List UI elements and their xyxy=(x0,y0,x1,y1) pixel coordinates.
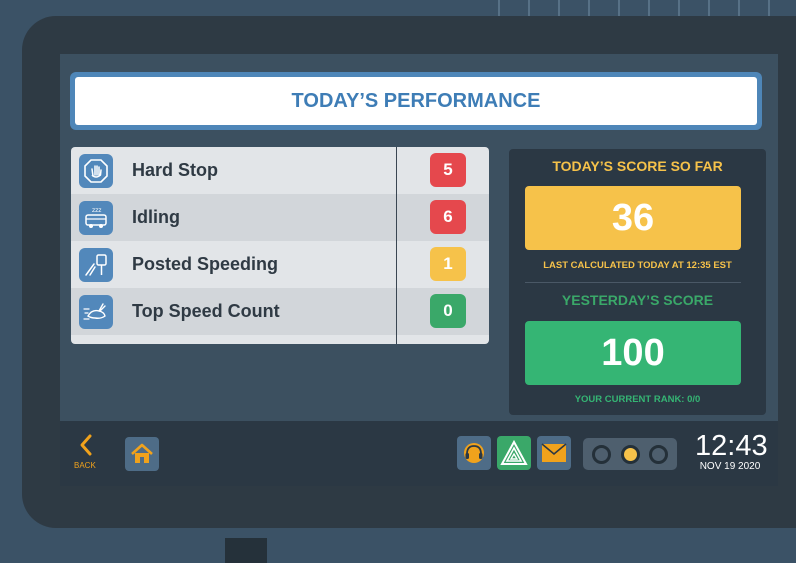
footer-bar: BACK 12:43 NOV 19 2020 xyxy=(60,421,778,486)
yesterday-score-heading: YESTERDAY’S SCORE xyxy=(561,292,714,308)
clock-date: NOV 19 2020 xyxy=(699,461,761,472)
score-divider xyxy=(525,282,741,283)
page-title: TODAY’S PERFORMANCE xyxy=(291,89,541,112)
idling-count-badge: 6 xyxy=(430,200,466,234)
svg-text:zzz: zzz xyxy=(92,207,101,214)
metric-label: Posted Speeding xyxy=(132,254,279,274)
clock-time: 12:43 xyxy=(695,430,768,462)
home-button[interactable] xyxy=(125,437,159,471)
messages-button[interactable] xyxy=(537,436,571,470)
headset-icon xyxy=(464,443,484,463)
last-calculated-text: LAST CALCULATED TODAY AT 12:35 EST xyxy=(543,260,732,271)
speed-sign-icon xyxy=(79,247,113,282)
metric-label: Top Speed Count xyxy=(132,301,280,321)
score-panel: TODAY’S SCORE SO FAR 36 LAST CALCULATED … xyxy=(509,149,766,415)
metrics-panel: Hard Stop zzz Idling Posted Speeding Top… xyxy=(71,147,489,344)
today-score-value: 36 xyxy=(525,186,741,250)
device-stand xyxy=(225,538,267,563)
metric-row-idling[interactable]: zzz Idling xyxy=(71,194,489,241)
header-banner: TODAY’S PERFORMANCE xyxy=(70,72,762,130)
metric-row-posted-speeding[interactable]: Posted Speeding xyxy=(71,241,489,288)
chevron-left-icon xyxy=(80,434,92,456)
support-button[interactable] xyxy=(457,436,491,470)
back-label: BACK xyxy=(74,461,96,470)
hand-stop-icon xyxy=(79,153,113,188)
screen: TODAY’S PERFORMANCE Hard Stop zzz Idling… xyxy=(60,54,778,486)
metric-label: Idling xyxy=(132,207,180,227)
status-light-yellow xyxy=(620,444,640,464)
speeding-rabbit-icon xyxy=(79,294,113,329)
yesterday-score-value: 100 xyxy=(525,321,741,385)
posted-speeding-count-badge: 1 xyxy=(430,247,466,281)
hazard-triangle-icon xyxy=(500,439,528,465)
idling-vehicle-icon: zzz xyxy=(79,200,113,235)
mail-icon xyxy=(541,443,567,462)
back-button[interactable]: BACK xyxy=(74,433,102,475)
status-light-gray xyxy=(592,444,612,464)
metric-label: Hard Stop xyxy=(132,160,219,180)
top-speed-count-badge: 0 xyxy=(430,294,466,328)
hard-stop-count-badge: 5 xyxy=(430,153,466,187)
status-lights xyxy=(583,438,677,470)
hazard-button[interactable] xyxy=(497,436,531,470)
column-divider xyxy=(396,147,397,344)
today-score-heading: TODAY’S SCORE SO FAR xyxy=(552,158,723,174)
home-icon xyxy=(131,443,153,463)
current-rank-text: YOUR CURRENT RANK: 0/0 xyxy=(574,394,701,405)
status-light-gray xyxy=(648,444,668,464)
metric-row-hard-stop[interactable]: Hard Stop xyxy=(71,147,489,194)
metric-row-top-speed-count[interactable]: Top Speed Count xyxy=(71,288,489,335)
